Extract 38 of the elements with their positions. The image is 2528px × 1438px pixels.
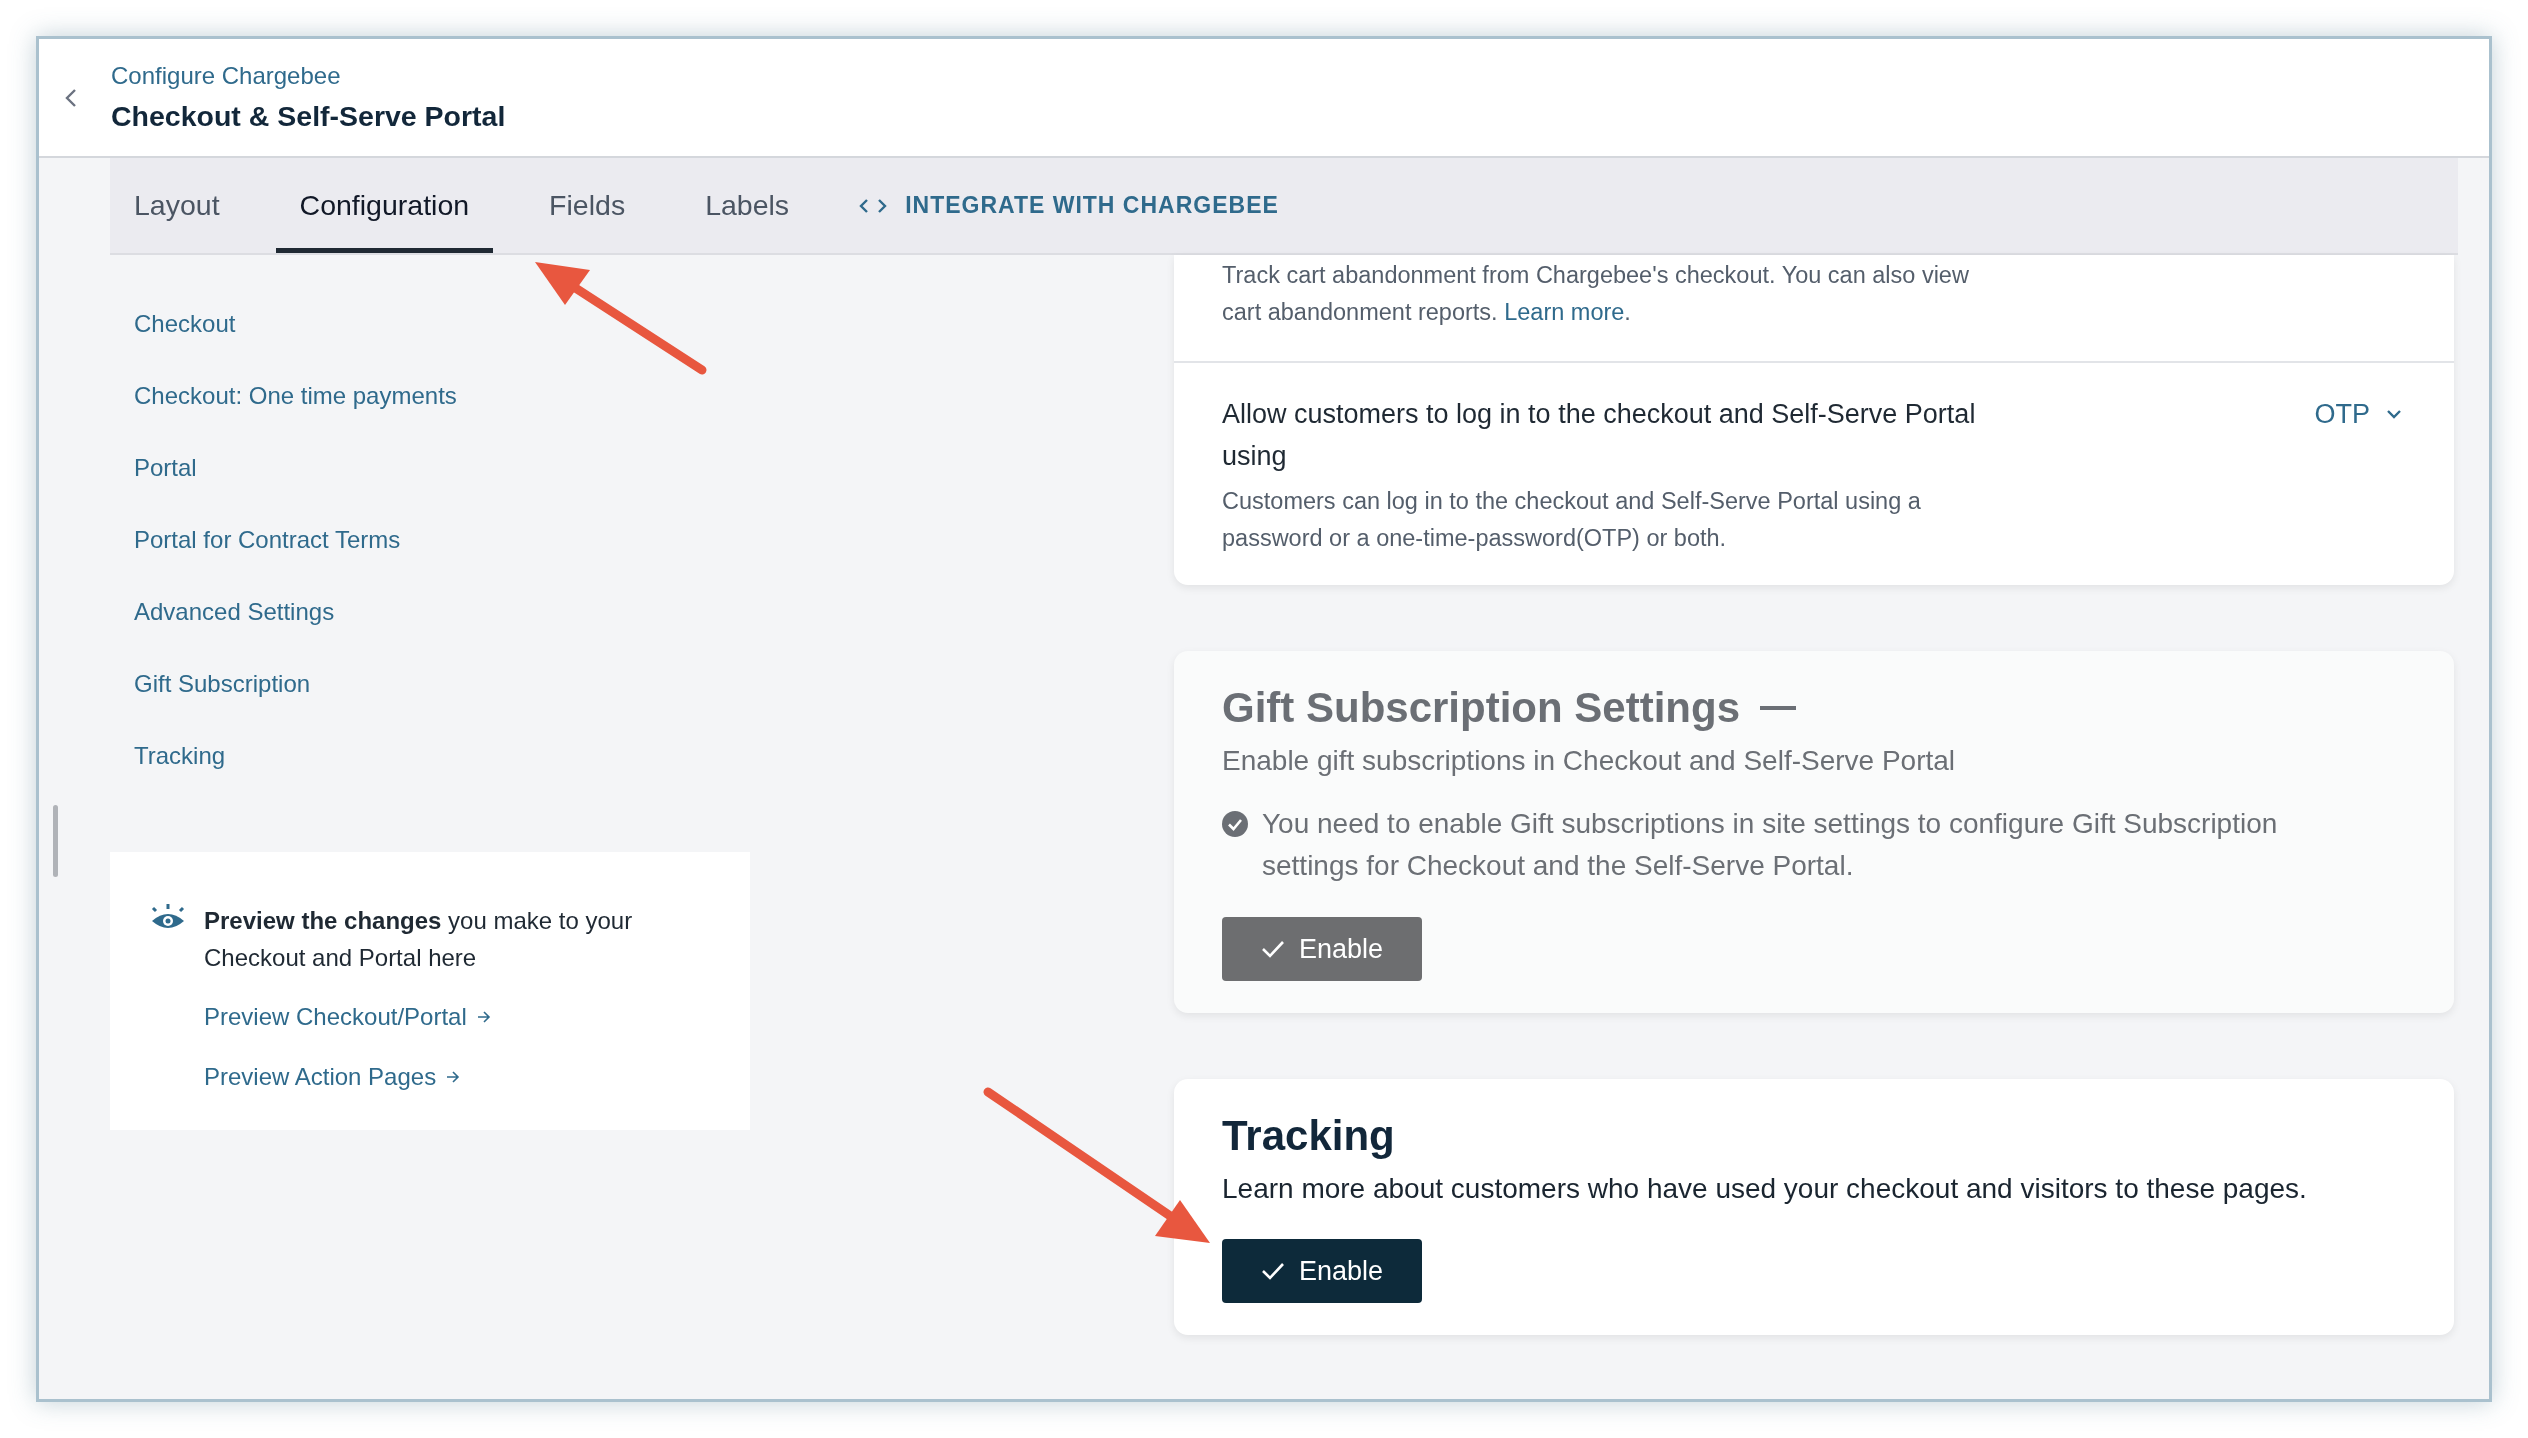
preview-link[interactable]: Preview Checkout/Portal (204, 998, 491, 1036)
page-title: Checkout & Self-Serve Portal (111, 100, 506, 133)
tab[interactable]: Fields (525, 158, 650, 253)
section-title: Tracking (1222, 1111, 1395, 1161)
code-icon (859, 197, 888, 214)
sidebar-item[interactable]: Portal (134, 450, 197, 486)
section-title: Gift Subscription Settings (1222, 683, 1740, 733)
setting-description: Customers can log in to the checkout and Self-Serve Portal using a password or a one-time-password(OTP) or both. (1222, 487, 1922, 553)
section-subtitle: Enable gift subscriptions in Checkout and Self-Serve Portal (1222, 744, 1956, 778)
sidebar-item[interactable]: Advanced Settings (134, 594, 335, 630)
scrollbar[interactable] (53, 805, 58, 877)
eye-icon (150, 904, 186, 930)
checkmark-icon (1260, 1262, 1285, 1280)
sidebar-item[interactable]: Gift Subscription (134, 666, 311, 702)
otp-dropdown[interactable]: OTP (2314, 393, 2406, 435)
check-circle-icon (1222, 811, 1248, 837)
tab[interactable]: Configuration (275, 158, 494, 253)
notice-text: You need to enable Gift subscriptions in site settings to configure Gift Subscription settings for Checkout and the Self-Serve Portal. (1262, 807, 2279, 883)
preview-text: Preview the changes you make to your Checkout and Portal here (204, 906, 634, 973)
checkmark-icon (1260, 940, 1285, 958)
arrow-right-icon (476, 1010, 491, 1024)
section-subtitle: Learn more about customers who have used your checkout and visitors to these pages. (1222, 1172, 2307, 1206)
setting-description: Track cart abandonment from Chargebee's checkout. You can also view cart abandonment reports. Learn more. (1222, 261, 1970, 327)
preview-link[interactable]: Preview Action Pages (204, 1058, 461, 1096)
sidebar-item[interactable]: Checkout (134, 306, 236, 342)
sidebar-item[interactable]: Tracking (134, 738, 226, 774)
tab[interactable]: Labels (681, 158, 814, 253)
sidebar-item[interactable]: Checkout: One time payments (134, 378, 457, 414)
back-icon[interactable] (65, 87, 77, 108)
tab[interactable]: Layout (110, 158, 244, 253)
enable-button[interactable]: Enable (1222, 1239, 1422, 1303)
setting-title: Allow customers to log in to the checkout and Self-Serve Portal using (1222, 398, 1977, 473)
breadcrumb-link[interactable]: Configure Chargebee (111, 62, 506, 90)
learn-more-link[interactable]: Learn more (1504, 299, 1625, 325)
integrate-tab[interactable]: INTEGRATE WITH CHARGEBEE (845, 158, 1303, 253)
arrow-right-icon (446, 1070, 461, 1084)
chevron-down-icon (2386, 409, 2402, 419)
sidebar-item[interactable]: Portal for Contract Terms (134, 522, 401, 558)
